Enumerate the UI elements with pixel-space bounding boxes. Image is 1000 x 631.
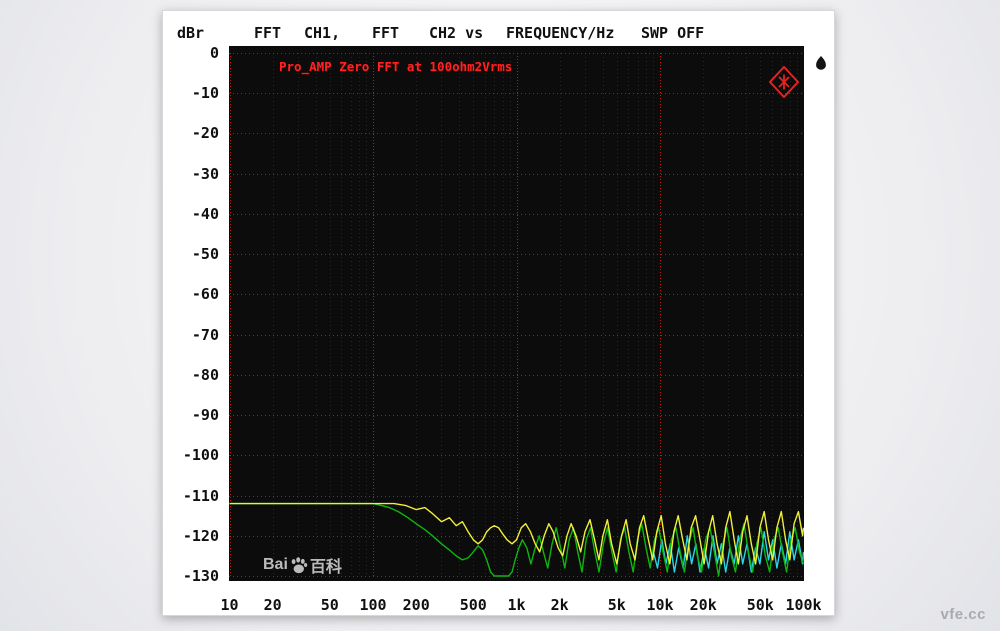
y-axis-tick-labels: 0 -10 -20 -30 -40 -50 -60 -70 -80 -90 -100 -110 -120… [163,11,229,615]
x-tick-label: 50k [747,596,774,614]
cursor-marker-icon [815,55,827,70]
x-tick-label: 1k [507,596,525,614]
plot-annotation: Pro_AMP Zero FFT at 100ohm2Vrms [279,59,512,74]
y-tick-label: -20 [169,124,219,142]
y-tick-label: -40 [169,205,219,223]
x-tick-label: 20 [264,596,282,614]
baidu-text-baike: 百科 [310,553,342,577]
x-tick-label: 10k [646,596,673,614]
x-tick-label: 200 [403,596,430,614]
y-tick-label: -10 [169,84,219,102]
x-tick-label: 2k [551,596,569,614]
baidu-text-bai: Bai [263,556,288,574]
plot-area: Pro_AMP Zero FFT at 100ohm2Vrms Bai 百科 [229,46,804,581]
y-tick-label: -60 [169,285,219,303]
x-tick-label: 20k [690,596,717,614]
x-tick-label: 10 [220,596,238,614]
y-tick-label: -80 [169,366,219,384]
y-tick-label: 0 [169,44,219,62]
x-tick-label: 500 [460,596,487,614]
chart-canvas [229,46,804,581]
y-tick-label: -70 [169,326,219,344]
x-tick-label: 100k [785,596,821,614]
paw-icon [290,557,308,574]
y-tick-label: -90 [169,406,219,424]
x-tick-label: 100 [359,596,386,614]
x-tick-label: 5k [608,596,626,614]
site-watermark: vfe.cc [940,606,986,623]
y-tick-label: -110 [169,487,219,505]
x-axis-tick-labels: 10 20 50 100 200 500 1k 2k 5k 10k 20k 50k 100k [163,596,834,616]
sweep-status-label: SWP OFF [641,24,704,42]
x-axis-title: FREQUENCY/Hz [506,24,614,42]
vendor-logo-diamond-icon [769,66,799,98]
x-tick-label: 50 [321,596,339,614]
y-tick-label: -30 [169,165,219,183]
ch2-vs-label: CH2 vs [429,24,483,42]
fft-ch2-label: FFT [372,24,399,42]
y-tick-label: -120 [169,527,219,545]
y-tick-label: -100 [169,446,219,464]
baidu-watermark: Bai 百科 [263,554,342,576]
y-tick-label: -130 [169,567,219,585]
ch1-label: CH1, [304,24,340,42]
y-tick-label: -50 [169,245,219,263]
analyzer-screen: dBr FFT CH1, FFT CH2 vs FREQUENCY/Hz SWP… [162,10,835,616]
fft-ch1-label: FFT [254,24,281,42]
